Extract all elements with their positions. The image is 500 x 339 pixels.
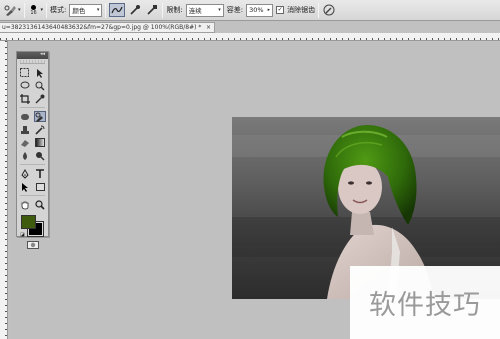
blur-tool-icon[interactable] — [19, 150, 31, 161]
rectangle-shape-tool-icon[interactable] — [34, 181, 46, 192]
clone-stamp-tool-icon[interactable] — [19, 124, 31, 135]
move-tool-icon[interactable] — [34, 67, 46, 78]
separator — [20, 193, 45, 196]
lasso-tool-icon[interactable] — [19, 80, 31, 91]
separator — [20, 162, 45, 165]
tolerance-value: 30% — [249, 6, 264, 14]
separator — [23, 2, 25, 18]
color-replacement-tool-icon[interactable] — [34, 111, 47, 122]
separator — [318, 2, 320, 18]
watermark-text: 软件技巧 — [369, 290, 481, 321]
separator — [162, 2, 164, 18]
document-title: u=3823136143640483632&fm=27&gp=0.jpg @ 1… — [2, 24, 202, 31]
tablet-pressure-icon[interactable] — [322, 3, 336, 18]
quick-mask-icon — [26, 241, 39, 249]
brush-size-picker[interactable]: 16 — [28, 3, 40, 18]
ruler-horizontal[interactable] — [0, 33, 500, 41]
brush-size-value: 16 — [30, 9, 37, 16]
sampling-background-swatch-icon[interactable] — [145, 3, 159, 18]
path-selection-tool-icon[interactable] — [19, 181, 31, 192]
color-replacement-brush-icon[interactable] — [3, 3, 17, 18]
antialias-checkbox[interactable]: ✓ — [276, 6, 285, 14]
sampling-once-icon[interactable] — [128, 3, 142, 18]
separator — [105, 2, 107, 18]
gradient-tool-icon[interactable] — [34, 137, 46, 148]
tolerance-input[interactable]: 30% ▸ — [246, 3, 274, 17]
options-bar: ▾ 16 ▾ 模式: 颜色 ▾ 限制: 连续 ▾ 容差: 30% ▸ ✓ 消除锯… — [0, 0, 500, 21]
limits-label: 限制: — [166, 6, 183, 14]
dodge-tool-icon[interactable] — [34, 150, 46, 161]
separator — [20, 105, 45, 108]
hand-tool-icon[interactable] — [19, 199, 31, 210]
limits-select[interactable]: 连续 ▾ — [185, 3, 224, 17]
sampling-continuous-button[interactable] — [109, 3, 126, 17]
panel-grip[interactable] — [20, 60, 45, 64]
history-brush-tool-icon[interactable] — [34, 124, 46, 135]
mode-select[interactable]: 颜色 ▾ — [69, 3, 103, 17]
separator — [46, 2, 48, 18]
limits-value: 连续 — [188, 7, 202, 15]
tools-panel-header[interactable]: ◂◂ — [17, 51, 48, 59]
zoom-tool-icon[interactable] — [34, 199, 46, 210]
type-tool-icon[interactable] — [34, 168, 46, 179]
collapse-icon[interactable]: ◂◂ — [40, 51, 45, 57]
mode-value: 颜色 — [72, 7, 86, 15]
rectangular-marquee-tool-icon[interactable] — [19, 67, 31, 78]
chevron-down-icon: ▾ — [218, 7, 221, 13]
chevron-right-icon: ▸ — [267, 7, 271, 13]
spot-healing-brush-tool-icon[interactable] — [19, 111, 31, 122]
document-tab[interactable]: u=3823136143640483632&fm=27&gp=0.jpg @ 1… — [0, 22, 215, 33]
mode-label: 模式: — [50, 6, 67, 14]
quick-selection-tool-icon[interactable] — [34, 80, 46, 91]
brush-size-dropdown-arrow[interactable]: ▾ — [41, 7, 44, 13]
antialias-label: 消除锯齿 — [287, 6, 316, 14]
close-icon[interactable]: × — [206, 23, 211, 32]
pen-tool-icon[interactable] — [19, 168, 31, 179]
ruler-vertical[interactable] — [0, 41, 8, 339]
crop-tool-icon[interactable] — [19, 93, 31, 104]
color-swatches: ◪ — [17, 213, 48, 239]
chevron-down-icon: ▾ — [96, 7, 100, 13]
tolerance-label: 容差: — [226, 6, 244, 14]
watermark: 软件技巧 — [350, 266, 500, 339]
tools-panel: ◂◂ ◪ — [16, 51, 49, 249]
tool-preset-dropdown-arrow[interactable]: ▾ — [18, 7, 21, 13]
eyedropper-tool-icon[interactable] — [34, 93, 46, 104]
foreground-color-swatch[interactable] — [21, 215, 36, 229]
default-colors-icon[interactable]: ◪ — [20, 232, 25, 238]
eraser-tool-icon[interactable] — [19, 137, 31, 148]
quick-mask-button[interactable] — [17, 241, 48, 249]
